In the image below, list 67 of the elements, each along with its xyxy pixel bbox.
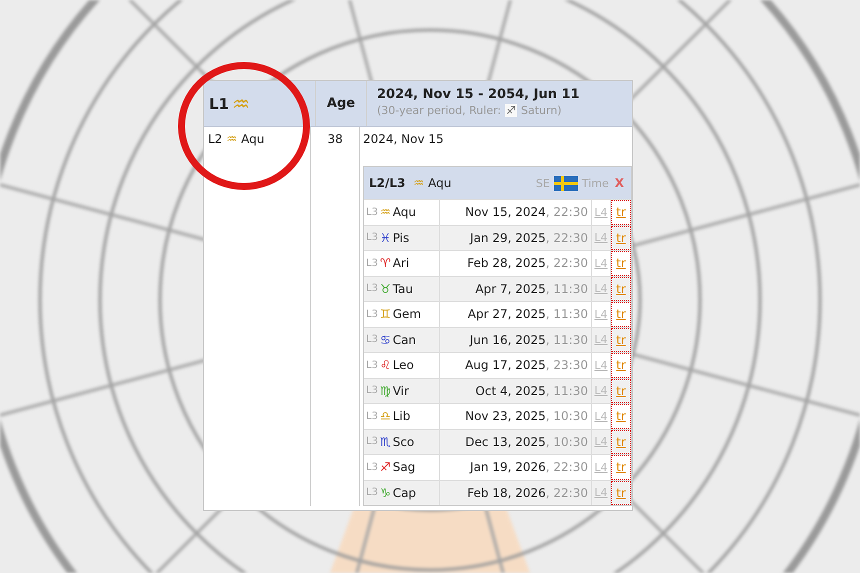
sign-name: Tau	[392, 282, 414, 296]
level-label: L3	[366, 487, 378, 498]
level-label: L3	[366, 308, 378, 320]
sign-name: Lib	[392, 409, 410, 424]
level-link[interactable]: L4	[594, 206, 608, 219]
date-cell: Oct 4, 2025, 11:30	[440, 378, 592, 403]
level-link[interactable]: L4	[594, 308, 608, 321]
level-label: L3	[366, 232, 378, 244]
sign-name: Gem	[392, 307, 422, 322]
zodiac-sign-icon: ♌	[380, 358, 391, 372]
level-label: L3	[366, 360, 378, 371]
zodiac-sign-icon: ♈	[380, 256, 391, 270]
country-code: SE	[536, 176, 550, 190]
subtable-title: L2/L3	[369, 176, 406, 190]
level-label: L3	[366, 436, 378, 448]
date-cell: Apr 7, 2025, 11:30	[440, 276, 592, 301]
sign-name: Aqu	[428, 176, 452, 190]
level-label: L3	[366, 283, 378, 294]
age-value: 38	[328, 132, 343, 146]
time-label: Time	[582, 176, 609, 190]
zodiac-sign-icon: ♊	[380, 307, 391, 322]
level-label: L3	[366, 258, 378, 269]
level-link[interactable]: L4	[594, 460, 608, 474]
zodiac-sign-icon: ♐	[380, 460, 391, 474]
sign-name: Sag	[392, 460, 416, 474]
sagittarius-icon: ♐	[505, 104, 517, 117]
sign-name: Aqu	[241, 132, 264, 146]
sign-name: Aqu	[392, 205, 416, 220]
zodiac-sign-icon: ♉	[380, 282, 391, 296]
level-label: L3	[366, 385, 378, 396]
sign-name: Vir	[392, 384, 409, 398]
level-label: L3	[366, 334, 378, 346]
zodiac-sign-icon: ♓	[380, 230, 391, 245]
date-cell: Jan 29, 2025, 22:30	[440, 226, 592, 250]
zodiac-sign-icon: ♋	[380, 332, 391, 347]
sign-name: Can	[392, 332, 416, 347]
aquarius-icon: ♒	[226, 132, 238, 146]
level-heading: L1	[209, 94, 229, 112]
period-note: (30-year period, Ruler:	[377, 104, 502, 117]
level-link[interactable]: L4	[594, 358, 608, 372]
zodiac-sign-icon: ♑	[380, 486, 391, 500]
zodiac-sign-icon: ♍	[380, 384, 391, 398]
date-cell: Feb 18, 2026, 22:30	[440, 480, 592, 505]
flag-icon	[554, 176, 578, 190]
close-button[interactable]: X	[612, 176, 626, 190]
sign-name: Cap	[392, 486, 416, 500]
period-heading: 2024, Nov 15 - 2054, Jun 11	[377, 87, 581, 102]
sign-name: Ari	[392, 256, 410, 270]
date-cell: Jun 16, 2025, 11:30	[440, 328, 592, 352]
aquarius-icon: ♒	[232, 92, 250, 116]
sign-name: Sco	[392, 434, 414, 449]
level-label: L3	[366, 462, 378, 473]
sign-name: Pis	[392, 230, 410, 245]
sign-name: Leo	[392, 358, 414, 372]
start-date: 2024, Nov 15	[363, 132, 445, 148]
level-label: L3	[366, 410, 378, 422]
level-label: L2	[208, 132, 222, 146]
level-link[interactable]: L4	[594, 256, 608, 270]
zodiac-sign-icon: ♏	[380, 434, 391, 449]
age-heading: Age	[326, 96, 356, 111]
ruler-name: Saturn)	[521, 104, 562, 117]
aquarius-icon: ♒	[413, 176, 424, 190]
level-link[interactable]: L4	[594, 410, 608, 423]
date-cell: Dec 13, 2025, 10:30	[440, 430, 592, 454]
level-label: L3	[366, 206, 378, 218]
zodiac-sign-icon: ♒	[380, 205, 391, 220]
zodiac-sign-icon: ♎	[380, 409, 391, 424]
